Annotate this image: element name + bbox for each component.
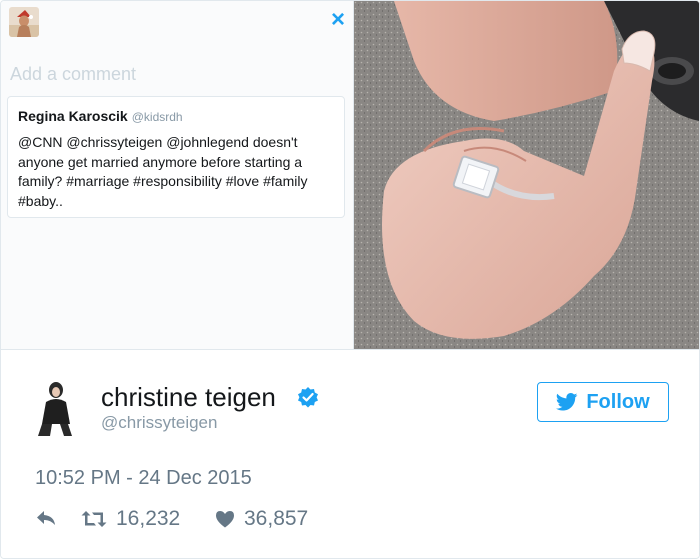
composer-avatar — [9, 7, 39, 37]
quoted-tweet-header: Regina Karoscik @kidsrdh — [18, 107, 334, 126]
retweet-button[interactable]: 16,232 — [81, 506, 180, 532]
tweet-photo[interactable] — [354, 1, 699, 349]
follow-button-label: Follow — [586, 390, 650, 413]
verified-badge-icon — [297, 386, 319, 408]
like-button[interactable]: 36,857 — [215, 506, 308, 532]
reply-composer-panel: × Regina Karoscik @kidsrdh @CNN @chrissyt… — [1, 1, 354, 349]
heart-icon — [216, 511, 234, 528]
quoted-author-handle[interactable]: @kidsrdh — [132, 110, 183, 124]
quoted-tweet[interactable]: Regina Karoscik @kidsrdh @CNN @chrissytei… — [7, 96, 345, 218]
close-icon[interactable]: × — [331, 8, 351, 32]
retweet-count: 16,232 — [116, 507, 181, 530]
author-display-name[interactable]: christine teigen — [101, 381, 276, 413]
reply-icon — [37, 511, 55, 525]
author-avatar[interactable] — [32, 380, 78, 436]
twitter-bird-icon — [556, 393, 578, 411]
like-count: 36,857 — [244, 507, 309, 530]
tweet-timestamp[interactable]: 10:52 PM - 24 Dec 2015 — [35, 466, 252, 490]
reply-button[interactable] — [35, 509, 57, 527]
comment-input[interactable] — [10, 61, 340, 87]
follow-button[interactable]: Follow — [537, 382, 669, 422]
quoted-author-name[interactable]: Regina Karoscik — [18, 108, 128, 124]
author-handle[interactable]: @chrissyteigen — [101, 412, 217, 434]
quoted-tweet-text: @CNN @chrissyteigen @johnlegend doesn't … — [18, 134, 308, 209]
tweet-body: christine teigen @chrissyteigen Follow 1… — [1, 349, 699, 558]
retweet-icon — [81, 511, 107, 527]
tweet-card: × Regina Karoscik @kidsrdh @CNN @chrissyt… — [0, 0, 700, 559]
